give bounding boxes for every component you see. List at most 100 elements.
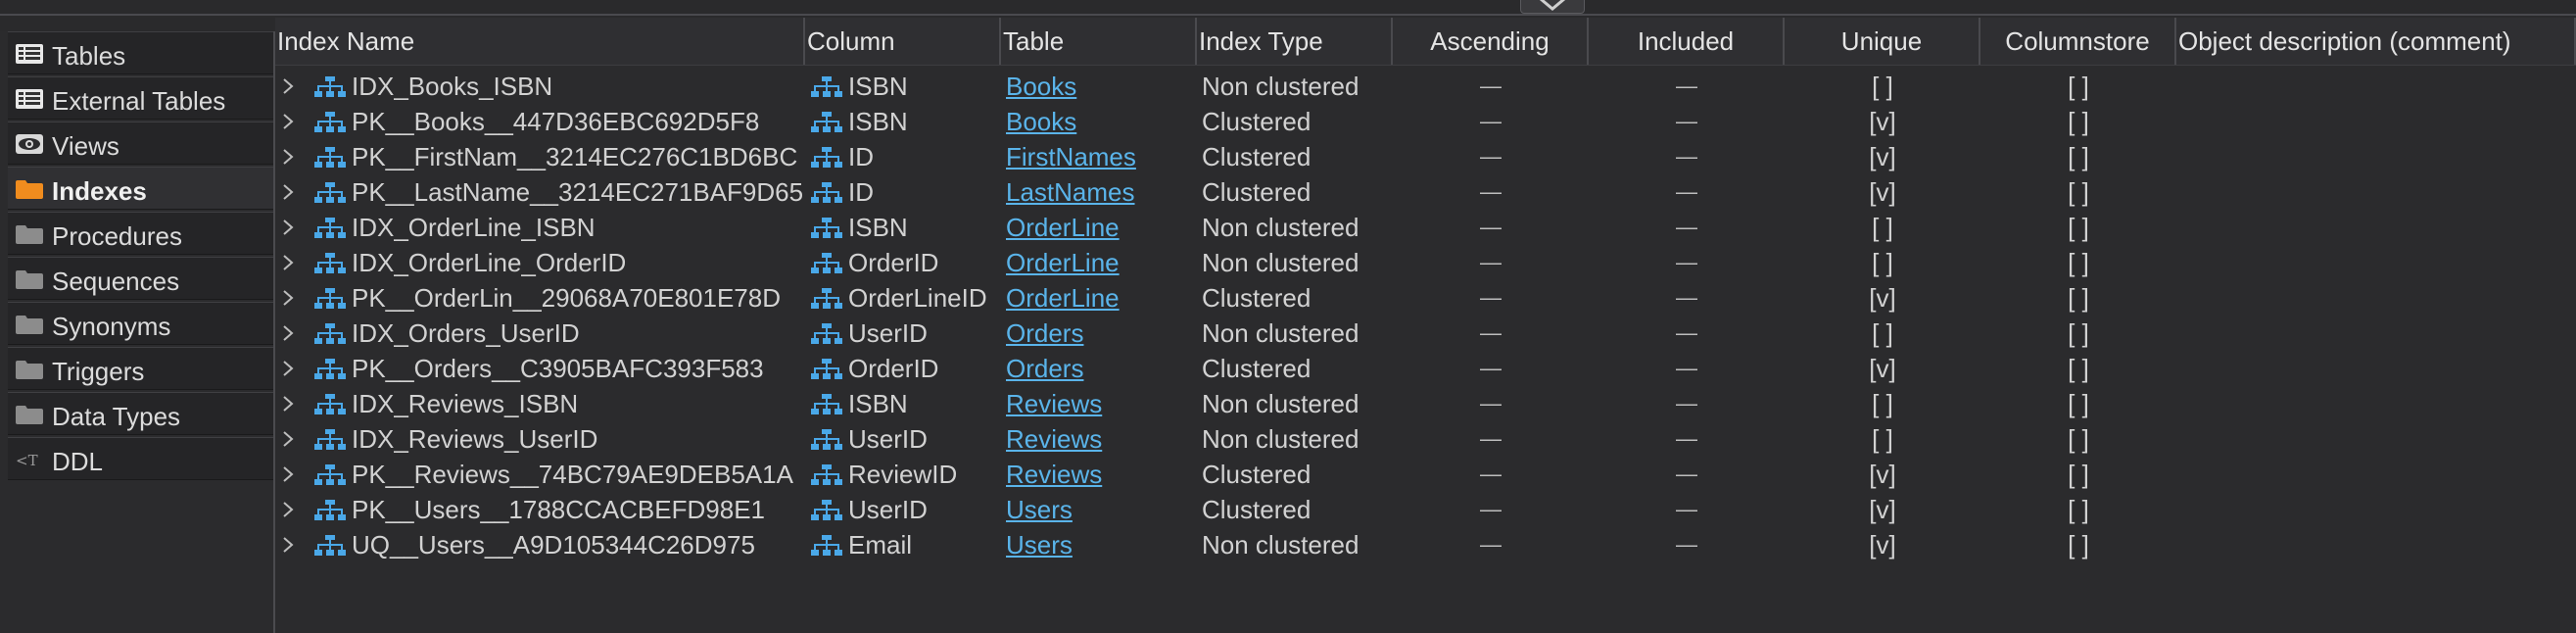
column-header-index-name[interactable]: Index Name — [275, 18, 805, 65]
unique-checkbox[interactable]: [v] — [1785, 174, 1980, 210]
columnstore-checkbox[interactable]: [ ] — [1980, 139, 2176, 174]
columnstore-checkbox[interactable]: [ ] — [1980, 457, 2176, 492]
column-header-columnstore[interactable]: Columnstore — [1980, 18, 2176, 65]
chevron-right-icon[interactable] — [282, 183, 294, 201]
table-row[interactable]: UQ__Users__A9D105344C26D975 Email Users Non… — [275, 527, 2576, 562]
table-link[interactable]: Reviews — [1006, 457, 1197, 492]
chevron-right-icon[interactable] — [282, 430, 294, 448]
sidebar-item-procedures[interactable]: Procedures — [8, 212, 273, 255]
table-link[interactable]: FirstNames — [1006, 139, 1197, 174]
columnstore-checkbox[interactable]: [ ] — [1980, 280, 2176, 316]
table-list-icon — [15, 43, 44, 65]
table-row[interactable]: IDX_Reviews_ISBN ISBN Reviews Non clustered… — [275, 386, 2576, 421]
sidebar-item-triggers[interactable]: Triggers — [8, 347, 273, 390]
column-header-index-type[interactable]: Index Type — [1197, 18, 1393, 65]
sidebar-item-views[interactable]: Views — [8, 122, 273, 165]
column-index-icon — [811, 357, 842, 382]
column-header-object-description[interactable]: Object description (comment) — [2176, 18, 2576, 65]
unique-checkbox[interactable]: [ ] — [1785, 69, 1980, 104]
chevron-right-icon[interactable] — [282, 324, 294, 342]
table-row[interactable]: IDX_OrderLine_OrderID OrderID OrderLine Non… — [275, 245, 2576, 280]
chevron-right-icon[interactable] — [282, 360, 294, 377]
unique-checkbox[interactable]: [v] — [1785, 351, 1980, 386]
table-link[interactable]: Books — [1006, 69, 1197, 104]
chevron-right-icon[interactable] — [282, 501, 294, 518]
chevron-right-icon[interactable] — [282, 254, 294, 271]
table-link[interactable]: Users — [1006, 527, 1197, 562]
table-row[interactable]: PK__FirstNam__3214EC276C1BD6BC ID FirstNam… — [275, 139, 2576, 174]
chevron-right-icon[interactable] — [282, 77, 294, 95]
table-link[interactable]: Reviews — [1006, 386, 1197, 421]
columnstore-checkbox[interactable]: [ ] — [1980, 69, 2176, 104]
columnstore-checkbox[interactable]: [ ] — [1980, 210, 2176, 245]
columnstore-checkbox[interactable]: [ ] — [1980, 492, 2176, 527]
unique-checkbox[interactable]: [v] — [1785, 280, 1980, 316]
unique-checkbox[interactable]: [v] — [1785, 492, 1980, 527]
sidebar-item-indexes[interactable]: Indexes — [8, 167, 273, 210]
unique-checkbox[interactable]: [v] — [1785, 104, 1980, 139]
column-header-included[interactable]: Included — [1589, 18, 1785, 65]
table-row[interactable]: PK__LastName__3214EC271BAF9D65 ID LastName… — [275, 174, 2576, 210]
table-row[interactable]: IDX_Books_ISBN ISBN Books Non clustered — — [ … — [275, 69, 2576, 104]
columnstore-checkbox[interactable]: [ ] — [1980, 386, 2176, 421]
sidebar-item-sequences[interactable]: Sequences — [8, 257, 273, 300]
table-link[interactable]: Reviews — [1006, 421, 1197, 457]
unique-checkbox[interactable]: [ ] — [1785, 386, 1980, 421]
index-type-cell: Non clustered — [1202, 318, 1360, 348]
chevron-right-icon[interactable] — [282, 113, 294, 130]
ascending-cell: — — [1480, 109, 1502, 133]
table-row[interactable]: PK__Orders__C3905BAFC393F583 OrderID Order… — [275, 351, 2576, 386]
table-row[interactable]: PK__Books__447D36EBC692D5F8 ISBN Books Clus… — [275, 104, 2576, 139]
chevron-right-icon[interactable] — [282, 289, 294, 307]
table-link[interactable]: OrderLine — [1006, 280, 1197, 316]
columnstore-checkbox[interactable]: [ ] — [1980, 421, 2176, 457]
columnstore-checkbox[interactable]: [ ] — [1980, 351, 2176, 386]
sidebar-item-external-tables[interactable]: External Tables — [8, 76, 273, 120]
table-link[interactable]: LastNames — [1006, 174, 1197, 210]
collapse-handle[interactable] — [1520, 0, 1585, 14]
unique-checkbox[interactable]: [v] — [1785, 457, 1980, 492]
columnstore-checkbox[interactable]: [ ] — [1980, 527, 2176, 562]
chevron-right-icon[interactable] — [282, 219, 294, 236]
column-header-unique[interactable]: Unique — [1785, 18, 1980, 65]
unique-checkbox[interactable]: [v] — [1785, 139, 1980, 174]
sidebar-item-tables[interactable]: Tables — [8, 31, 273, 74]
unique-checkbox[interactable]: [ ] — [1785, 421, 1980, 457]
table-row[interactable]: PK__Users__1788CCACBEFD98E1 UserID Users Cl… — [275, 492, 2576, 527]
table-row[interactable]: PK__OrderLin__29068A70E801E78D OrderLineI… — [275, 280, 2576, 316]
table-row[interactable]: IDX_Reviews_UserID UserID Reviews Non clust… — [275, 421, 2576, 457]
table-link[interactable]: Orders — [1006, 351, 1197, 386]
column-cell: ISBN — [848, 107, 908, 136]
table-row[interactable]: PK__Reviews__74BC79AE9DEB5A1A ReviewID Rev… — [275, 457, 2576, 492]
table-link[interactable]: Orders — [1006, 316, 1197, 351]
index-name-cell: IDX_Reviews_ISBN — [352, 389, 579, 418]
chevron-right-icon[interactable] — [282, 395, 294, 413]
unique-checkbox[interactable]: [ ] — [1785, 316, 1980, 351]
chevron-right-icon[interactable] — [282, 465, 294, 483]
unique-checkbox[interactable]: [ ] — [1785, 210, 1980, 245]
table-row[interactable]: IDX_Orders_UserID UserID Orders Non cluster… — [275, 316, 2576, 351]
sidebar-item-synonyms[interactable]: Synonyms — [8, 302, 273, 345]
chevron-right-icon[interactable] — [282, 536, 294, 554]
columnstore-checkbox[interactable]: [ ] — [1980, 104, 2176, 139]
unique-checkbox[interactable]: [v] — [1785, 527, 1980, 562]
table-row[interactable]: IDX_OrderLine_ISBN ISBN OrderLine Non clust… — [275, 210, 2576, 245]
columnstore-checkbox[interactable]: [ ] — [1980, 174, 2176, 210]
column-header-ascending[interactable]: Ascending — [1393, 18, 1589, 65]
columnstore-checkbox[interactable]: [ ] — [1980, 245, 2176, 280]
index-type-cell: Clustered — [1202, 354, 1312, 383]
included-cell: — — [1676, 426, 1697, 451]
table-link[interactable]: Users — [1006, 492, 1197, 527]
sidebar-item-data-types[interactable]: Data Types — [8, 392, 273, 435]
column-header-table[interactable]: Table — [1001, 18, 1197, 65]
table-link[interactable]: OrderLine — [1006, 245, 1197, 280]
sidebar-item-ddl[interactable]: <T DDL — [8, 437, 273, 480]
ascending-cell: — — [1480, 250, 1502, 274]
column-header-column[interactable]: Column — [805, 18, 1001, 65]
chevron-right-icon[interactable] — [282, 148, 294, 166]
table-link[interactable]: Books — [1006, 104, 1197, 139]
unique-checkbox[interactable]: [ ] — [1785, 245, 1980, 280]
ascending-cell: — — [1480, 426, 1502, 451]
table-link[interactable]: OrderLine — [1006, 210, 1197, 245]
columnstore-checkbox[interactable]: [ ] — [1980, 316, 2176, 351]
